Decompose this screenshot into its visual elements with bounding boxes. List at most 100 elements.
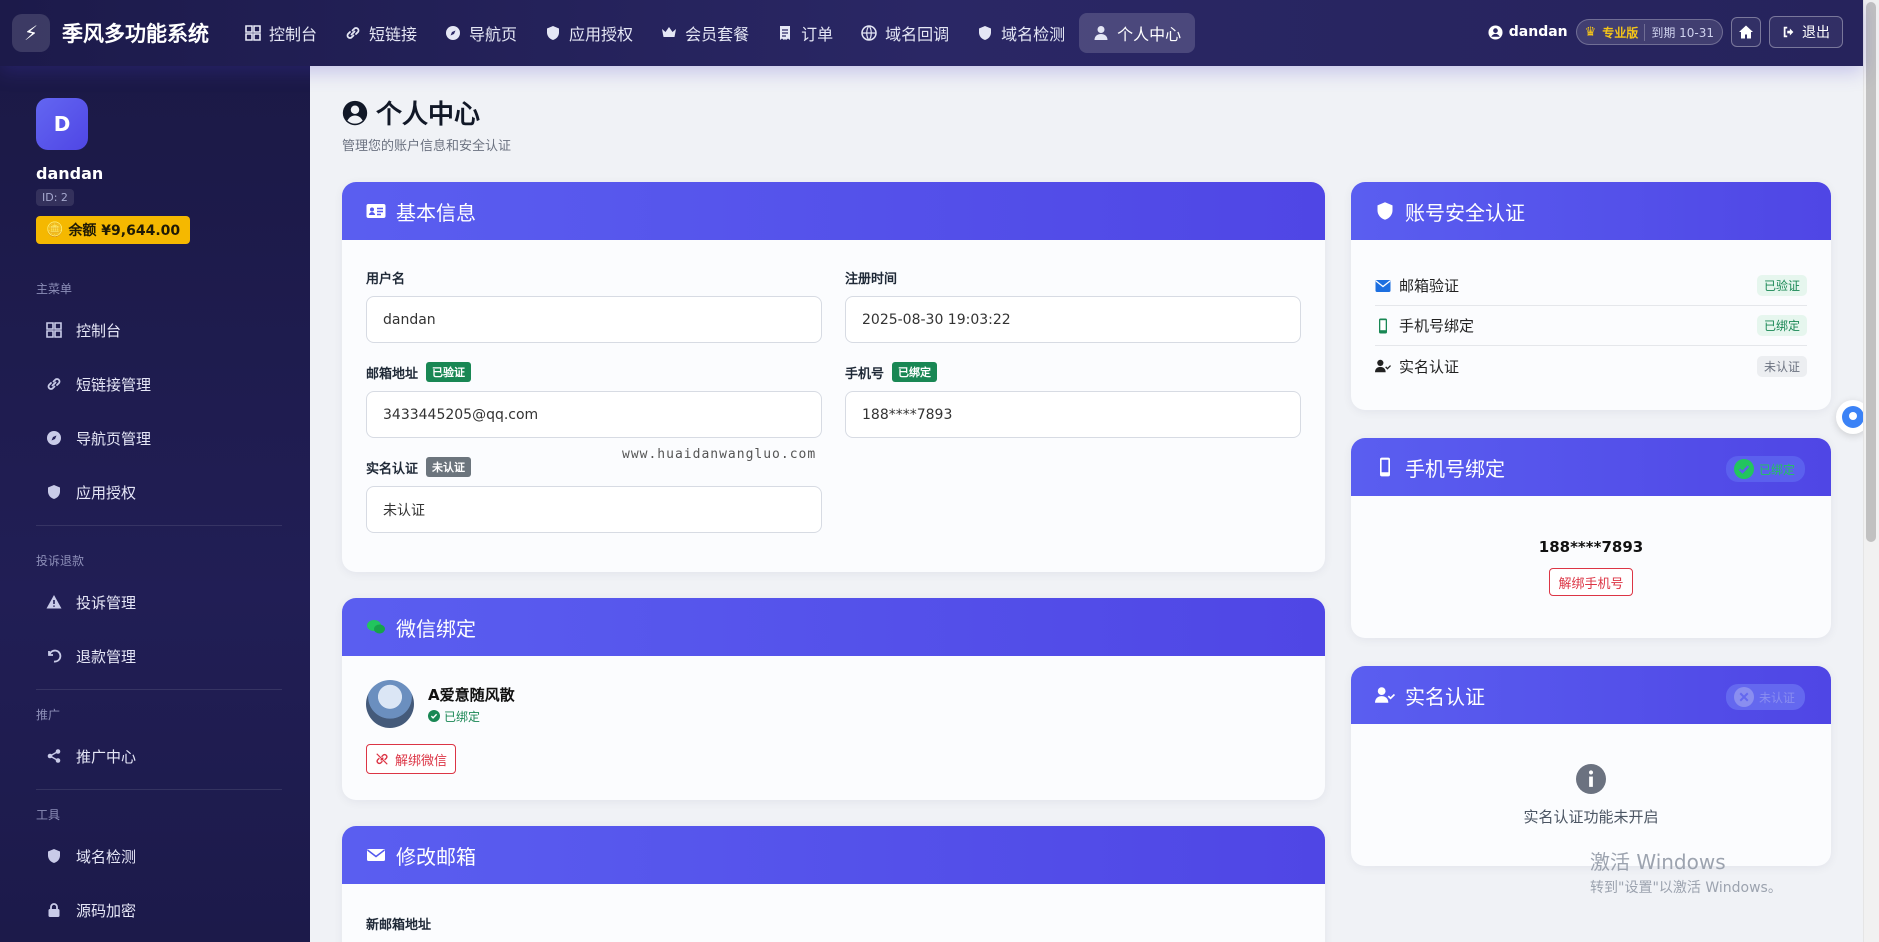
reg-time-field: 注册时间 2025-08-30 19:03:22 bbox=[845, 268, 1301, 343]
home-icon bbox=[1739, 25, 1753, 39]
crown-icon bbox=[662, 27, 677, 37]
sidebar-divider bbox=[36, 525, 282, 526]
email-field: 邮箱地址 已验证 3433445205@qq.com bbox=[366, 362, 822, 438]
page-header: 个人中心 管理您的账户信息和安全认证 bbox=[342, 94, 511, 154]
undo-icon bbox=[48, 649, 62, 663]
status-badge: 已绑定 bbox=[1756, 315, 1807, 336]
grid-icon bbox=[245, 25, 261, 41]
top-navbar: ⚡ 季风多功能系统 控制台 短链接 导航页 应用授权 会员套餐 订单 域名回调 bbox=[0, 0, 1863, 66]
sidebar-item-refunds[interactable]: 退款管理 bbox=[0, 629, 310, 683]
envelope-icon bbox=[1375, 279, 1391, 292]
change-email-card: 修改邮箱 新邮箱地址 bbox=[342, 826, 1325, 942]
user-menu[interactable]: dandan bbox=[1488, 24, 1568, 40]
info-circle-icon bbox=[1576, 764, 1606, 794]
shield-icon bbox=[48, 485, 60, 499]
card-title: 手机号绑定 bbox=[1405, 456, 1505, 481]
user-check-icon bbox=[1375, 359, 1391, 373]
phone-field: 手机号 已绑定 188****7893 bbox=[845, 362, 1301, 438]
security-row-phone: 手机号绑定 已绑定 bbox=[1375, 306, 1807, 346]
sidebar-divider bbox=[36, 689, 282, 690]
nav-orders[interactable]: 订单 bbox=[763, 13, 847, 53]
sidebar-divider bbox=[36, 789, 282, 790]
balance-badge: 🪙 余额 ¥9,644.00 bbox=[36, 216, 191, 244]
avatar[interactable]: D bbox=[36, 98, 88, 150]
nav-app-auth[interactable]: 应用授权 bbox=[531, 13, 647, 53]
brand-title[interactable]: 季风多功能系统 bbox=[62, 18, 209, 48]
wechat-icon bbox=[367, 620, 385, 634]
phone-input[interactable]: 188****7893 bbox=[845, 391, 1301, 438]
wechat-avatar[interactable] bbox=[366, 680, 414, 728]
nav-domain-check[interactable]: 域名检测 bbox=[963, 13, 1079, 53]
nav-membership[interactable]: 会员套餐 bbox=[647, 13, 763, 53]
phone-bind-card: 手机号绑定 已绑定 188****7893 解绑手机号 bbox=[1351, 438, 1831, 638]
nav-dashboard[interactable]: 控制台 bbox=[231, 13, 331, 53]
sidebar-item-dashboard[interactable]: 控制台 bbox=[0, 303, 310, 357]
security-row-realname: 实名认证 未认证 bbox=[1375, 346, 1807, 386]
scrollbar[interactable] bbox=[1863, 0, 1879, 942]
status-badge: 未认证 bbox=[1756, 355, 1807, 377]
card-title: 修改邮箱 bbox=[396, 844, 476, 869]
x-circle-icon bbox=[1733, 687, 1754, 707]
sidebar-item-app-auth[interactable]: 应用授权 bbox=[0, 465, 310, 519]
page-subtitle: 管理您的账户信息和安全认证 bbox=[342, 139, 512, 154]
share-icon bbox=[47, 749, 61, 763]
card-title: 基本信息 bbox=[396, 200, 476, 225]
security-row-email: 邮箱验证 已验证 bbox=[1375, 266, 1807, 306]
unbind-phone-button[interactable]: 解绑手机号 bbox=[1549, 568, 1633, 596]
realname-input[interactable]: 未认证 bbox=[366, 486, 822, 533]
sidebar-item-code-encrypt[interactable]: 源码加密 bbox=[0, 883, 310, 937]
compass-icon bbox=[446, 26, 461, 40]
lock-icon bbox=[48, 903, 60, 917]
status-badge: 已验证 bbox=[1756, 275, 1807, 296]
status-badge: 已验证 bbox=[426, 362, 472, 382]
sidebar-item-domain-check[interactable]: 域名检测 bbox=[0, 829, 310, 883]
nav-shortlink[interactable]: 短链接 bbox=[331, 13, 431, 53]
wechat-user: A爱意随风散 已绑定 bbox=[366, 680, 515, 728]
scrollbar-thumb[interactable] bbox=[1866, 2, 1876, 542]
user-check-icon bbox=[1375, 687, 1395, 703]
shield-icon bbox=[48, 849, 60, 863]
sidebar: D dandan ID: 2 🪙 余额 ¥9,644.00 主菜单 控制台 短链… bbox=[0, 66, 310, 942]
mobile-icon bbox=[1379, 318, 1387, 333]
user-id-badge: ID: 2 bbox=[36, 189, 74, 206]
sidebar-username: dandan bbox=[36, 164, 104, 183]
nav-profile[interactable]: 个人中心 bbox=[1079, 13, 1196, 53]
sidebar-item-navpage[interactable]: 导航页管理 bbox=[0, 411, 310, 465]
logout-button[interactable]: 退出 bbox=[1769, 16, 1843, 48]
email-input[interactable]: 3433445205@qq.com bbox=[366, 391, 822, 438]
chat-icon bbox=[1842, 406, 1864, 428]
sidebar-item-shortlink[interactable]: 短链接管理 bbox=[0, 357, 310, 411]
warning-icon bbox=[46, 595, 62, 609]
username-input[interactable]: dandan bbox=[366, 296, 822, 343]
home-button[interactable] bbox=[1731, 17, 1761, 47]
page-title: 个人中心 bbox=[376, 100, 481, 130]
unlink-icon bbox=[376, 753, 388, 765]
plan-badge[interactable]: ♛ 专业版 到期 10-31 bbox=[1575, 19, 1723, 45]
unbind-wechat-button[interactable]: 解绑微信 bbox=[366, 744, 457, 774]
security-card: 账号安全认证 邮箱验证 已验证 手机号绑定 已绑定 实名认证 未认证 bbox=[1351, 182, 1831, 410]
card-title: 微信绑定 bbox=[396, 616, 476, 641]
sidebar-section-title: 主菜单 bbox=[36, 282, 73, 296]
shield-icon bbox=[547, 26, 560, 40]
basic-info-card: 基本信息 用户名 dandan 注册时间 2025-08-30 19:03:22… bbox=[342, 182, 1325, 572]
main-nav: 控制台 短链接 导航页 应用授权 会员套餐 订单 域名回调 域名检测 个人中心 bbox=[231, 13, 1196, 53]
nav-navpage[interactable]: 导航页 bbox=[431, 13, 531, 53]
compass-icon bbox=[47, 431, 61, 445]
sidebar-item-complaints[interactable]: 投诉管理 bbox=[0, 575, 310, 629]
new-email-label: 新邮箱地址 bbox=[366, 918, 432, 933]
reg-time-input[interactable]: 2025-08-30 19:03:22 bbox=[845, 296, 1301, 343]
sidebar-item-promotion[interactable]: 推广中心 bbox=[0, 729, 310, 783]
bolt-icon[interactable]: ⚡ bbox=[12, 14, 50, 52]
link-icon bbox=[346, 27, 360, 39]
user-circle-icon bbox=[342, 100, 368, 125]
nav-domain-callback[interactable]: 域名回调 bbox=[847, 13, 963, 53]
sidebar-section-title: 推广 bbox=[36, 708, 61, 722]
shield-icon bbox=[1377, 202, 1393, 220]
main-content: 个人中心 管理您的账户信息和安全认证 基本信息 用户名 dandan 注册时间 … bbox=[310, 66, 1863, 942]
user-icon bbox=[1094, 26, 1108, 40]
card-title: 账号安全认证 bbox=[1405, 200, 1525, 225]
check-circle-icon bbox=[1733, 459, 1754, 479]
windows-activation-watermark: 激活 Windows 转到"设置"以激活 Windows。 bbox=[1590, 850, 1782, 896]
sidebar-section-title: 投诉退款 bbox=[36, 554, 85, 568]
site-watermark: www.huaidanwangluo.com bbox=[622, 447, 817, 462]
